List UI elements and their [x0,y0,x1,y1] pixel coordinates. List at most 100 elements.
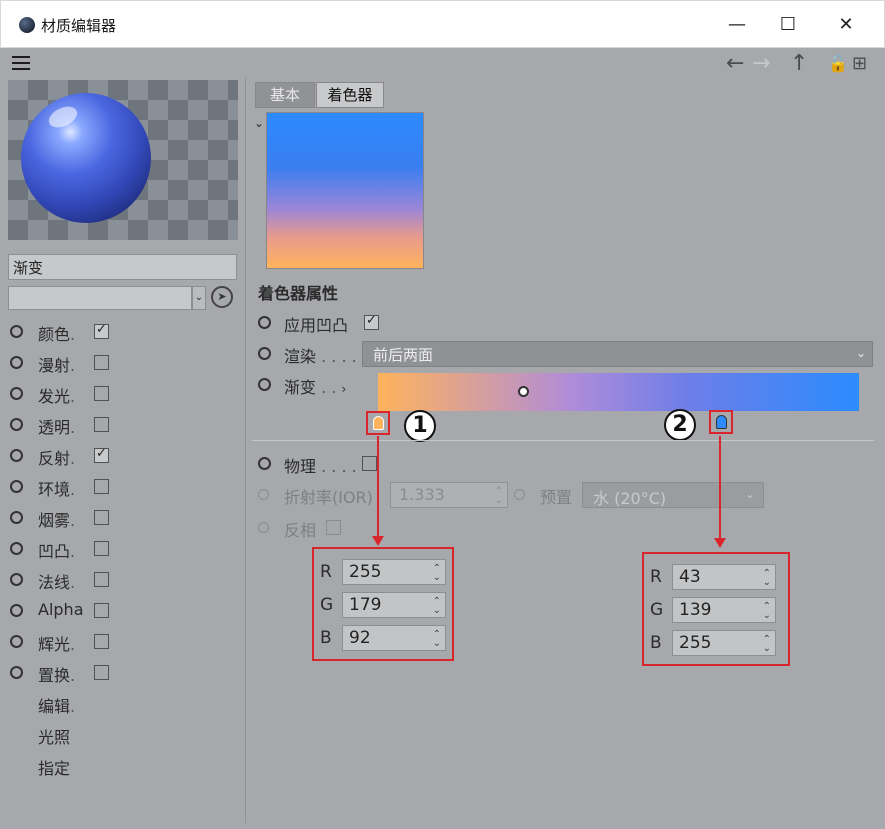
gradient-bar[interactable] [378,373,859,411]
material-preview[interactable] [8,80,238,240]
channel-bump[interactable]: 凹凸. [6,538,126,561]
use-bump-row[interactable]: 应用凹凸 [258,312,398,335]
picker-icon[interactable]: ➤ [211,286,233,308]
new-window-icon[interactable]: ⊞ [852,53,867,74]
checkbox[interactable] [94,386,109,401]
channel-transparency[interactable]: 透明. [6,414,126,437]
layer-select[interactable] [8,286,192,310]
radio-icon[interactable] [10,325,23,338]
checkbox[interactable] [94,634,109,649]
ior-field: 1.333 ⌃ ⌄ [390,482,508,508]
gradient-knot-1[interactable] [366,411,390,435]
app-icon [19,17,35,33]
channel-reflectance[interactable]: 反射. [6,445,126,468]
checkbox[interactable] [94,510,109,525]
radio-icon[interactable] [10,387,23,400]
annotation-arrow-1 [377,436,379,538]
use-bump-label: 应用凹凸 [284,316,349,335]
knot2-b-field[interactable]: 255 ⌃ ⌄ [672,630,776,656]
use-bump-checkbox[interactable] [364,313,379,330]
checkbox[interactable] [94,446,109,463]
knot1-b-row: B 92 ⌃ ⌄ [320,625,446,651]
callout-2: 2 [664,409,696,441]
radio-icon[interactable] [10,573,23,586]
checkbox[interactable] [94,355,109,370]
close-button[interactable]: ✕ [831,11,861,39]
knot2-r-field[interactable]: 43 ⌃ ⌄ [672,564,776,590]
checkbox[interactable] [94,479,109,494]
radio-icon[interactable] [10,666,23,679]
radio-icon[interactable] [10,604,23,617]
radio-icon [514,489,525,500]
checkbox[interactable] [94,322,109,339]
knot2-g-field[interactable]: 139 ⌃ ⌄ [672,597,776,623]
channel-environment[interactable]: 环境. [6,476,126,499]
menu-item-assign[interactable]: 指定 [38,755,70,779]
channel-label: 凹凸 [38,542,71,561]
back-arrow-icon[interactable]: ← [726,51,744,76]
knot1-color-box: R 255 ⌃ ⌄ G 179 ⌃ ⌄ B 92 ⌃ ⌄ [312,547,454,661]
stepper-icon: ⌃ ⌄ [762,634,771,654]
collapse-icon[interactable]: ⌄ [254,116,264,130]
invert-label: 反相 [284,521,317,540]
menu-item-illumination[interactable]: 光照 [38,724,70,748]
gradient-bias-knob[interactable] [518,386,529,397]
knot1-b-field[interactable]: 92 ⌃ ⌄ [342,625,446,651]
render-dropdown[interactable]: 前后两面 ⌄ [362,341,873,367]
channel-fog[interactable]: 烟雾. [6,507,126,530]
preset-value: 水 (20°C) [593,489,667,508]
radio-icon[interactable] [258,457,271,470]
gradient-knot-2[interactable] [709,410,733,434]
invert-checkbox [326,520,341,535]
channel-luminance[interactable]: 发光. [6,383,126,406]
knot2-color-box: R 43 ⌃ ⌄ G 139 ⌃ ⌄ B 255 ⌃ ⌄ [642,552,790,666]
menu-item-editor[interactable]: 编辑. [38,693,75,717]
stepper-icon: ⌃ ⌄ [494,486,503,506]
up-arrow-icon[interactable]: ↑ [790,51,808,76]
menu-icon[interactable] [12,56,30,70]
checkbox[interactable] [94,603,109,618]
channel-normal[interactable]: 法线. [6,569,126,592]
physical-label: 物理 [284,457,317,476]
knot1-g-field[interactable]: 179 ⌃ ⌄ [342,592,446,618]
radio-icon[interactable] [10,480,23,493]
tab-basic[interactable]: 基本 [255,82,315,108]
minimize-button[interactable]: — [722,11,752,39]
radio-icon[interactable] [10,356,23,369]
channel-glow[interactable]: 辉光. [6,631,126,654]
annotation-arrowhead-1 [372,536,384,546]
checkbox[interactable] [94,417,109,432]
maximize-button[interactable]: ☐ [773,11,803,39]
radio-icon[interactable] [10,418,23,431]
material-name-field[interactable]: 渐变 [8,254,237,280]
channel-alpha[interactable]: Alpha [6,600,126,622]
channel-label: 反射 [38,449,71,468]
checkbox[interactable] [94,572,109,587]
stepper-icon: ⌃ ⌄ [762,568,771,588]
radio-icon[interactable] [10,511,23,524]
radio-icon[interactable] [258,347,271,360]
checkbox[interactable] [94,541,109,556]
ior-value: 1.333 [399,485,445,504]
channel-diffusion[interactable]: 漫射. [6,352,126,375]
channel-displacement[interactable]: 置换. [6,662,126,685]
radio-icon[interactable] [258,378,271,391]
knot1-r-field[interactable]: 255 ⌃ ⌄ [342,559,446,585]
lock-icon[interactable]: 🔓 [828,54,848,73]
channel-color[interactable]: 颜色. [6,321,126,344]
checkbox[interactable] [94,665,109,680]
forward-arrow-icon[interactable]: → [752,51,770,76]
left-panel: 渐变 ⌄ ➤ 颜色. 漫射. 发光. 透明. 反射. 环境. 烟雾. 凹凸. [6,78,246,823]
radio-icon[interactable] [10,449,23,462]
physical-checkbox[interactable] [362,456,377,471]
channel-label: 透明 [38,418,71,437]
radio-icon[interactable] [258,316,271,329]
radio-icon[interactable] [10,635,23,648]
physical-row[interactable]: 物理 . . . . [258,453,388,476]
tab-shader[interactable]: 着色器 [316,82,384,108]
radio-icon[interactable] [10,542,23,555]
stepper-icon: ⌃ ⌄ [432,629,441,649]
invert-row: 反相 [284,517,354,540]
chevron-down-icon[interactable]: ⌄ [192,286,206,310]
shader-preview [266,112,424,269]
